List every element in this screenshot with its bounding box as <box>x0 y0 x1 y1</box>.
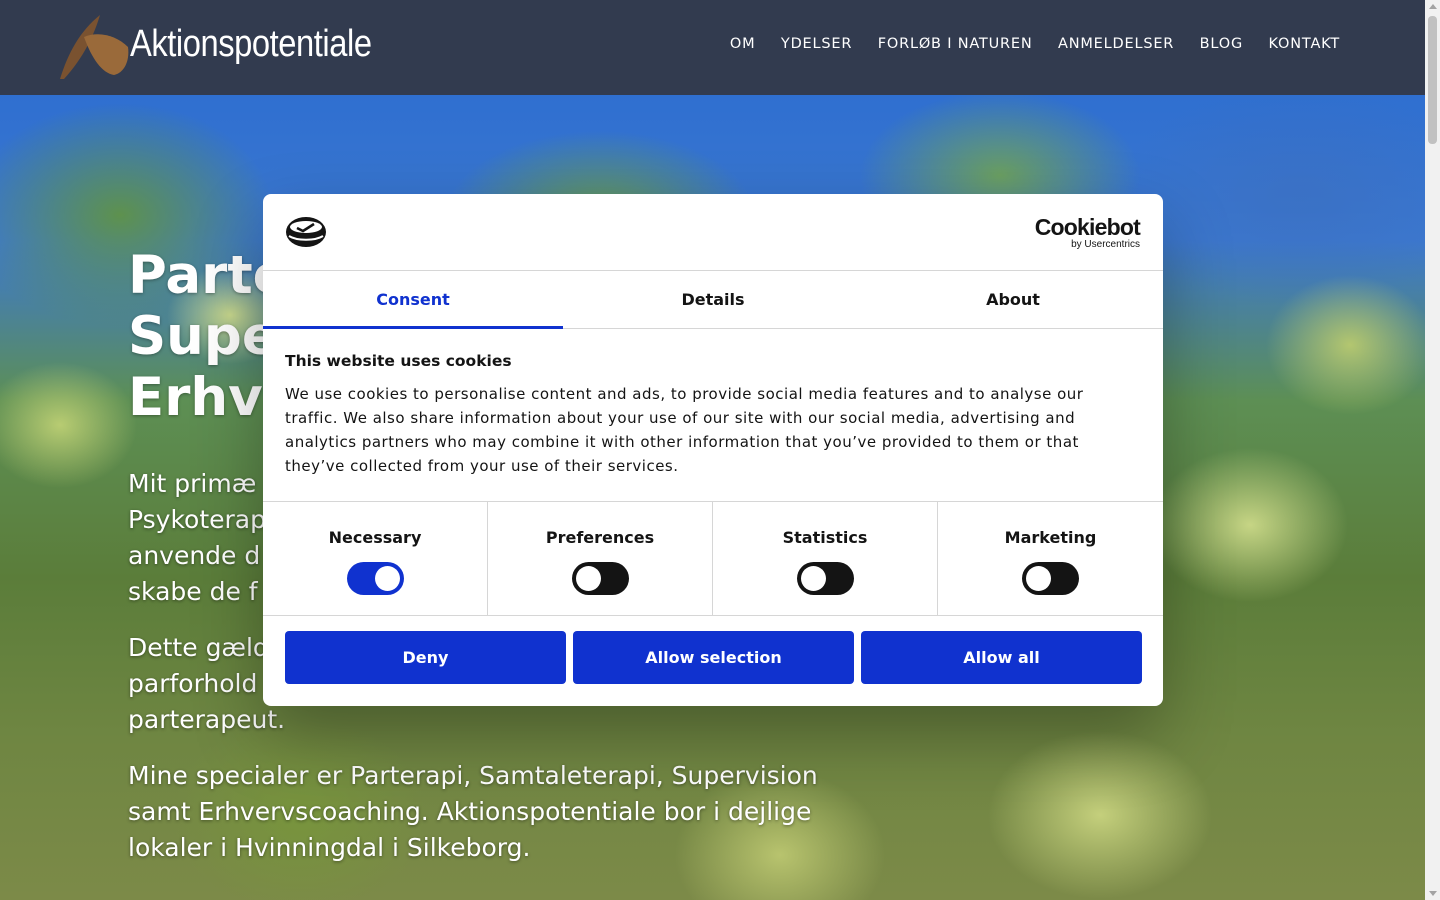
switch-knob <box>575 566 601 591</box>
toggle-necessary: Necessary <box>263 502 488 615</box>
toggle-statistics: Statistics <box>713 502 938 615</box>
preferences-switch[interactable] <box>571 562 629 595</box>
tab-consent[interactable]: Consent <box>263 271 563 329</box>
cookiebot-logo-icon <box>286 217 326 247</box>
consent-title: This website uses cookies <box>285 352 512 370</box>
toggle-label: Statistics <box>782 528 868 547</box>
site-header: Aktionspotentiale OM YDELSER FORLØB I NA… <box>0 0 1425 95</box>
consent-toggles: Necessary Preferences Statistics Marketi… <box>263 501 1163 616</box>
nav-forloeb-i-naturen[interactable]: FORLØB I NATUREN <box>878 36 1033 52</box>
switch-knob <box>374 566 400 591</box>
switch-knob <box>1026 566 1051 591</box>
dialog-tabs: Consent Details About <box>263 271 1163 329</box>
logo-leaves-icon <box>60 15 129 79</box>
consent-body: This website uses cookies We use cookies… <box>285 352 1095 478</box>
allow-selection-button[interactable]: Allow selection <box>573 631 854 684</box>
marketing-switch[interactable] <box>1022 562 1079 595</box>
dialog-header: Cookiebot by Usercentrics <box>263 194 1163 271</box>
cookiebot-brand[interactable]: Cookiebot by Usercentrics <box>1034 214 1141 250</box>
page-scrollbar[interactable] <box>1425 0 1440 900</box>
scrollbar-thumb[interactable] <box>1428 16 1437 144</box>
tab-about[interactable]: About <box>863 271 1163 328</box>
nav-om[interactable]: OM <box>730 36 756 52</box>
toggle-preferences: Preferences <box>488 502 713 615</box>
statistics-switch[interactable] <box>796 562 854 595</box>
cookie-consent-dialog: Cookiebot by Usercentrics Consent Detail… <box>263 194 1163 706</box>
switch-knob <box>800 566 826 591</box>
necessary-switch[interactable] <box>346 562 404 595</box>
nav-blog[interactable]: BLOG <box>1200 36 1243 52</box>
scroll-down-arrow-icon[interactable] <box>1429 891 1437 896</box>
scroll-up-arrow-icon[interactable] <box>1429 4 1437 9</box>
toggle-label: Preferences <box>545 528 655 547</box>
toggle-label: Necessary <box>328 528 422 547</box>
site-logo[interactable]: Aktionspotentiale <box>58 13 372 81</box>
consent-buttons: Deny Allow selection Allow all <box>285 631 1142 684</box>
hero-paragraph: Mine specialer er Parterapi, Samtaletera… <box>128 761 818 862</box>
cookiebot-name: Cookiebot <box>1034 214 1141 240</box>
toggle-label: Marketing <box>1004 528 1097 547</box>
main-nav: OM YDELSER FORLØB I NATUREN ANMELDELSER … <box>704 36 1340 52</box>
deny-button[interactable]: Deny <box>285 631 566 684</box>
cookiebot-sub: by Usercentrics <box>1071 239 1140 250</box>
logo-text: Aktionspotentiale <box>130 23 372 65</box>
nav-anmeldelser[interactable]: ANMELDELSER <box>1058 36 1174 52</box>
nav-ydelser[interactable]: YDELSER <box>781 36 852 52</box>
consent-text: We use cookies to personalise content an… <box>285 385 1084 475</box>
toggle-marketing: Marketing <box>938 502 1163 615</box>
nav-kontakt[interactable]: KONTAKT <box>1269 36 1340 52</box>
tab-details[interactable]: Details <box>563 271 863 328</box>
allow-all-button[interactable]: Allow all <box>861 631 1142 684</box>
